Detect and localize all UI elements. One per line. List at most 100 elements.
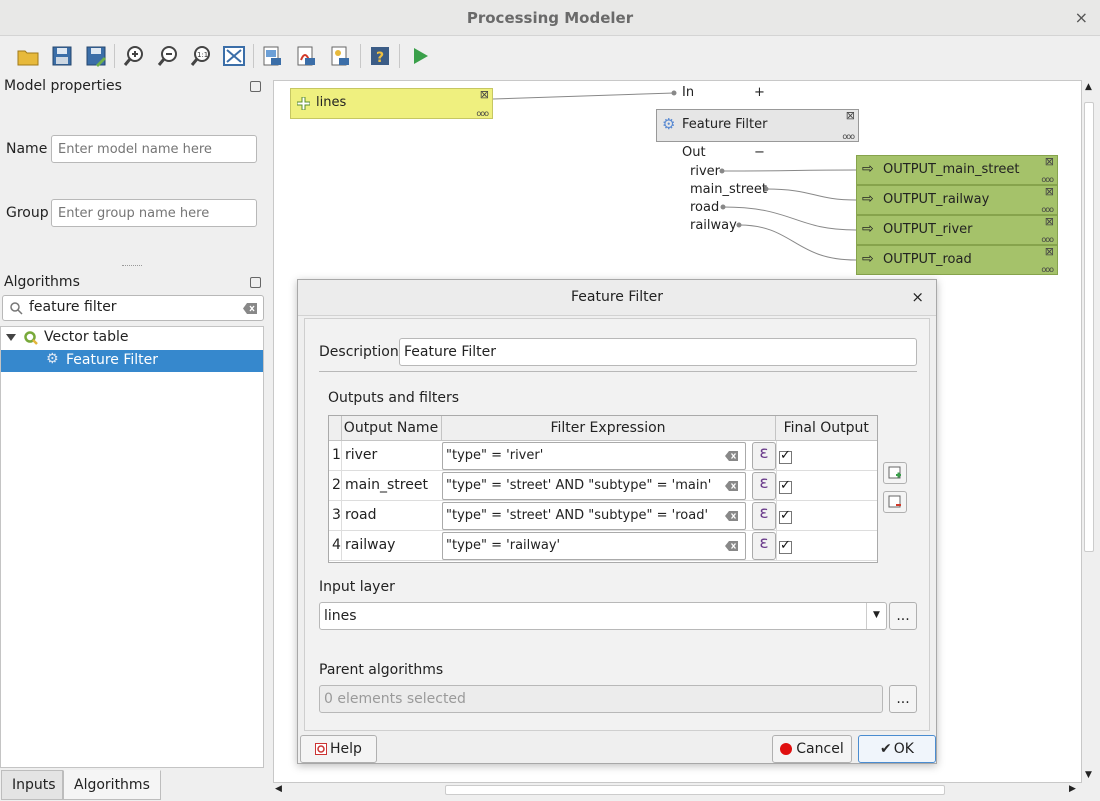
zoom-out-icon[interactable]: [154, 42, 182, 70]
output-name-cell[interactable]: main_street: [345, 477, 428, 493]
remove-row-button[interactable]: [883, 491, 907, 513]
clear-expression-icon[interactable]: [725, 511, 738, 521]
final-output-checkbox[interactable]: [779, 478, 792, 495]
more-icon[interactable]: ooo: [476, 109, 489, 118]
remove-node-icon[interactable]: ⊠: [1045, 245, 1054, 258]
splitter-handle[interactable]: [122, 265, 142, 267]
input-layer-browse-button[interactable]: ...: [889, 602, 917, 630]
model-group-input[interactable]: [51, 199, 257, 227]
in-toggle[interactable]: +: [754, 85, 765, 100]
remove-node-icon[interactable]: ⊠: [846, 109, 855, 122]
final-output-checkbox[interactable]: [779, 448, 792, 465]
more-icon[interactable]: ooo: [842, 132, 855, 141]
port-main-street[interactable]: main_street: [690, 182, 767, 197]
filter-expression-input[interactable]: "type" = 'street' AND "subtype" = 'main': [442, 472, 746, 500]
input-layer-combobox[interactable]: lines ▼: [319, 602, 887, 630]
undock-icon[interactable]: [250, 277, 261, 288]
remove-node-icon[interactable]: ⊠: [1045, 215, 1054, 228]
description-input[interactable]: Feature Filter: [399, 338, 917, 366]
port-railway[interactable]: railway: [690, 218, 737, 233]
remove-node-icon[interactable]: ⊠: [480, 88, 489, 101]
ok-button[interactable]: ✔ OK: [858, 735, 936, 763]
parent-algorithms-browse-button[interactable]: ...: [889, 685, 917, 713]
final-output-checkbox[interactable]: [779, 538, 792, 555]
output-name-cell[interactable]: railway: [345, 537, 395, 553]
clear-expression-icon[interactable]: [725, 481, 738, 491]
save-as-icon[interactable]: [82, 42, 110, 70]
tree-item-feature-filter[interactable]: ⚙ Feature Filter: [1, 350, 263, 372]
filter-expression-input[interactable]: "type" = 'railway': [442, 532, 746, 560]
more-icon[interactable]: ooo: [1041, 205, 1054, 214]
table-row[interactable]: 4 railway "type" = 'railway' ε: [329, 531, 877, 561]
tab-algorithms[interactable]: Algorithms: [63, 770, 161, 800]
open-model-icon[interactable]: [14, 42, 42, 70]
table-row[interactable]: 2 main_street "type" = 'street' AND "sub…: [329, 471, 877, 501]
filter-expression-input[interactable]: "type" = 'street' AND "subtype" = 'road': [442, 502, 746, 530]
export-svg-icon[interactable]: [326, 42, 354, 70]
vertical-scroll-thumb[interactable]: [1084, 102, 1094, 552]
algorithm-search-input[interactable]: feature filter: [29, 299, 117, 315]
add-row-button[interactable]: [883, 462, 907, 484]
input-node-lines[interactable]: lines ⊠ ooo: [290, 88, 493, 119]
more-icon[interactable]: ooo: [1041, 265, 1054, 274]
algorithm-search-box[interactable]: feature filter: [2, 295, 264, 321]
undock-icon[interactable]: [250, 81, 261, 92]
gear-icon: ⚙: [662, 115, 676, 133]
save-model-icon[interactable]: [48, 42, 76, 70]
final-output-header[interactable]: Final Output: [775, 416, 877, 441]
output-name-cell[interactable]: road: [345, 507, 376, 523]
expression-builder-button[interactable]: ε: [752, 442, 776, 470]
scroll-right-icon[interactable]: ▶: [1069, 784, 1076, 794]
scroll-left-icon[interactable]: ◀: [275, 784, 282, 794]
horizontal-scrollbar[interactable]: ◀ ▶: [273, 783, 1082, 797]
output-name-cell[interactable]: river: [345, 447, 377, 463]
run-model-icon[interactable]: [406, 42, 434, 70]
more-icon[interactable]: ooo: [1041, 235, 1054, 244]
chevron-down-icon[interactable]: ▼: [866, 603, 886, 629]
dialog-close-button[interactable]: ×: [911, 288, 924, 306]
final-output-checkbox[interactable]: [779, 508, 792, 525]
remove-node-icon[interactable]: ⊠: [1045, 155, 1054, 168]
clear-search-icon[interactable]: [243, 303, 257, 314]
group-label: Group: [6, 205, 49, 221]
table-row[interactable]: 1 river "type" = 'river' ε: [329, 441, 877, 471]
output-node-river[interactable]: ⇨ OUTPUT_river ⊠ ooo: [856, 215, 1058, 245]
edit-help-icon[interactable]: ?: [366, 42, 394, 70]
clear-expression-icon[interactable]: [725, 541, 738, 551]
algorithm-node-feature-filter[interactable]: ⚙ Feature Filter ⊠ ooo: [656, 109, 859, 142]
scroll-up-icon[interactable]: ▲: [1085, 82, 1092, 92]
output-node-main-street[interactable]: ⇨ OUTPUT_main_street ⊠ ooo: [856, 155, 1058, 185]
export-image-icon[interactable]: [258, 42, 286, 70]
table-row[interactable]: 3 road "type" = 'street' AND "subtype" =…: [329, 501, 877, 531]
port-road[interactable]: road: [690, 200, 719, 215]
expand-arrow-icon[interactable]: [6, 334, 16, 342]
port-river[interactable]: river: [690, 164, 720, 179]
output-node-railway[interactable]: ⇨ OUTPUT_railway ⊠ ooo: [856, 185, 1058, 215]
filter-expression-header[interactable]: Filter Expression: [441, 416, 776, 441]
help-button[interactable]: Help: [300, 735, 377, 763]
filter-expression-input[interactable]: "type" = 'river': [442, 442, 746, 470]
clear-expression-icon[interactable]: [725, 451, 738, 461]
horizontal-scroll-thumb[interactable]: [445, 785, 945, 795]
output-name-header[interactable]: Output Name: [341, 416, 442, 441]
zoom-full-icon[interactable]: [220, 42, 248, 70]
tab-inputs[interactable]: Inputs: [1, 770, 63, 800]
zoom-actual-icon[interactable]: 1:1: [187, 42, 215, 70]
window-close-button[interactable]: ×: [1075, 8, 1088, 27]
model-name-input[interactable]: [51, 135, 257, 163]
parent-algorithms-field[interactable]: 0 elements selected: [319, 685, 883, 713]
output-node-road[interactable]: ⇨ OUTPUT_road ⊠ ooo: [856, 245, 1058, 275]
tree-group-vector-table[interactable]: Vector table: [1, 327, 263, 349]
zoom-in-icon[interactable]: [120, 42, 148, 70]
expression-builder-button[interactable]: ε: [752, 502, 776, 530]
scroll-down-icon[interactable]: ▼: [1085, 770, 1092, 780]
out-toggle[interactable]: −: [754, 145, 765, 160]
remove-node-icon[interactable]: ⊠: [1045, 185, 1054, 198]
export-pdf-icon[interactable]: [292, 42, 320, 70]
expression-builder-button[interactable]: ε: [752, 532, 776, 560]
outputs-table: Output Name Filter Expression Final Outp…: [328, 415, 878, 563]
cancel-button[interactable]: Cancel: [772, 735, 852, 763]
expression-builder-button[interactable]: ε: [752, 472, 776, 500]
vertical-scrollbar[interactable]: ▲ ▼: [1082, 80, 1096, 783]
more-icon[interactable]: ooo: [1041, 175, 1054, 184]
